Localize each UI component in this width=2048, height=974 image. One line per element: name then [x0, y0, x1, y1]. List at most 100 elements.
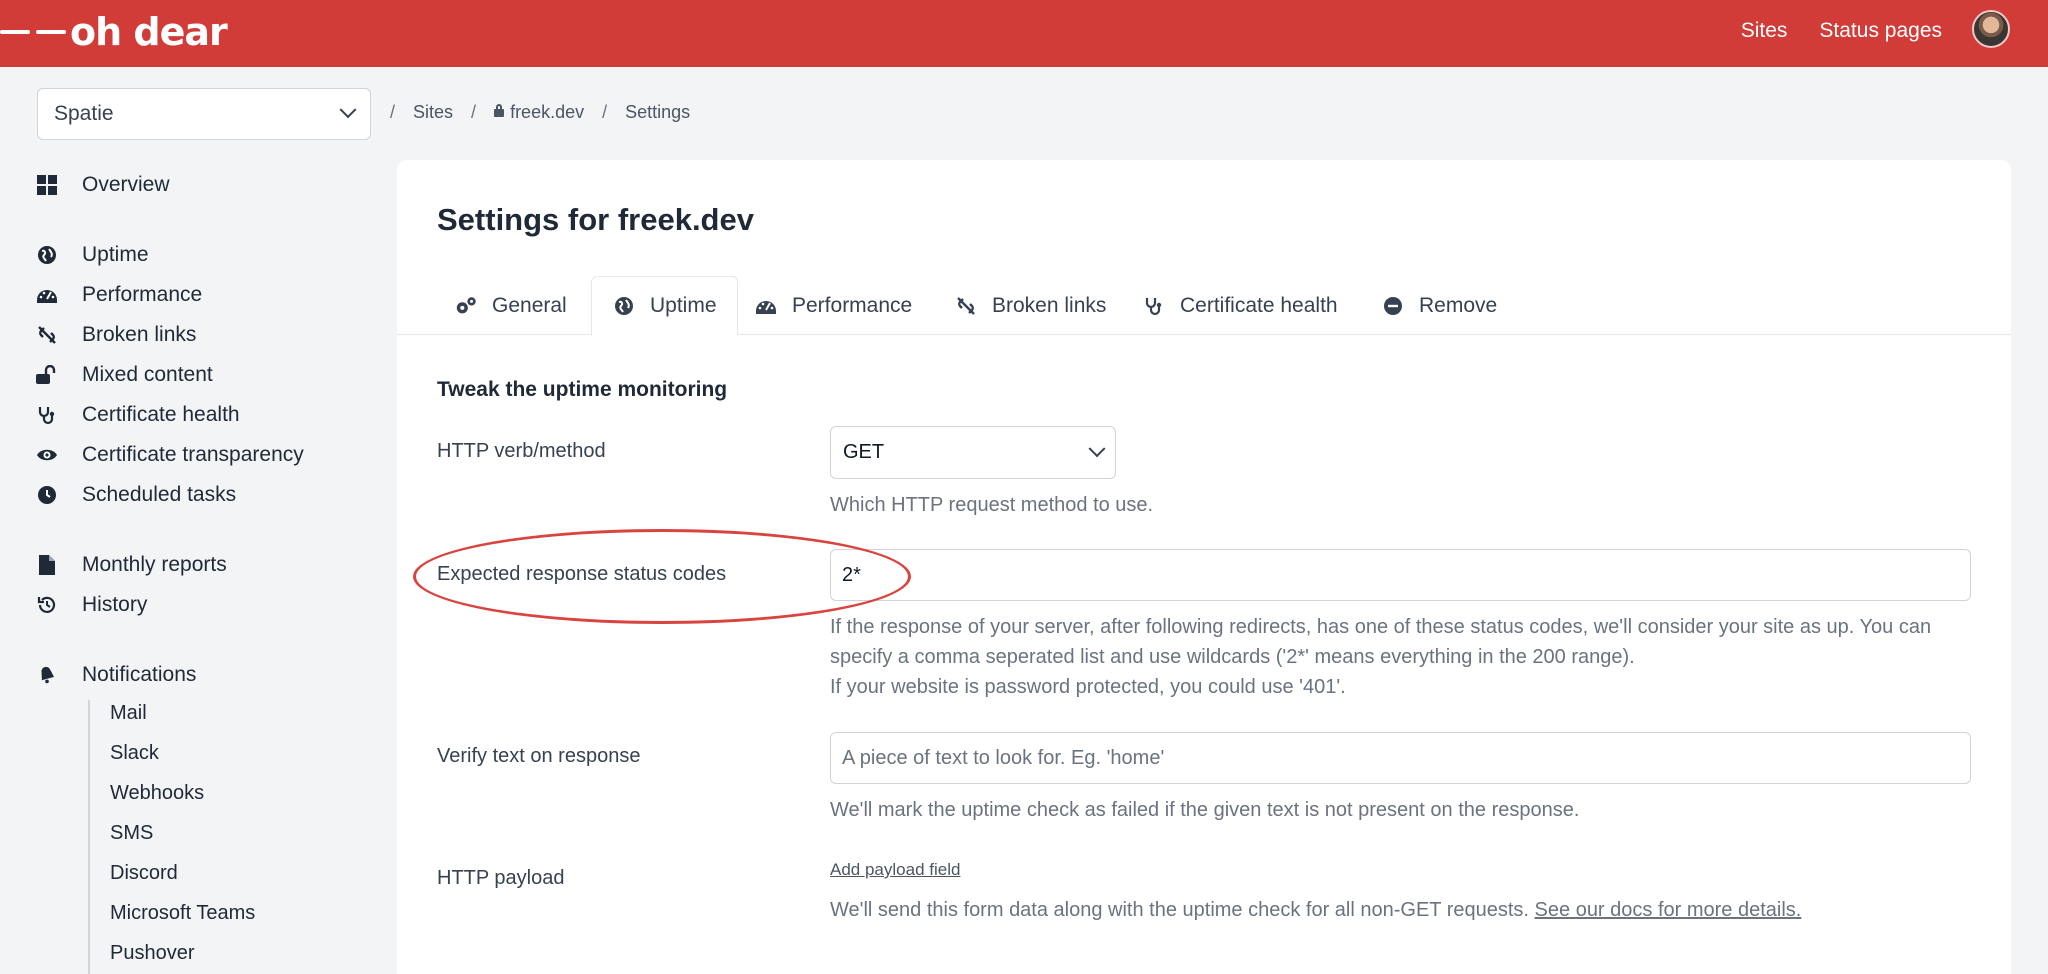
oh-dear-logo[interactable]: oh dear	[0, 10, 228, 54]
stethoscope-icon	[1142, 294, 1166, 318]
verify-text-placeholder: A piece of text to look for. Eg. 'home'	[842, 746, 1165, 769]
verify-text-help: We'll mark the uptime check as failed if…	[830, 799, 1580, 821]
lock-icon	[494, 104, 505, 117]
sidebar-item-mixed-content[interactable]: Mixed content	[36, 360, 213, 390]
sidebar-item-label: Certificate transparency	[82, 443, 304, 466]
tab-remove[interactable]: Remove	[1381, 276, 1497, 335]
nav-status-pages-link[interactable]: Status pages	[1819, 19, 1942, 43]
http-method-help: Which HTTP request method to use.	[830, 494, 1154, 516]
sidebar-item-history[interactable]: History	[36, 590, 147, 620]
unlink-icon	[954, 294, 978, 318]
clock-icon	[36, 484, 58, 506]
sidebar-item-certificate-health[interactable]: Certificate health	[36, 400, 240, 430]
file-icon	[36, 554, 58, 576]
history-icon	[36, 594, 58, 616]
tab-performance[interactable]: Performance	[754, 276, 912, 335]
sidebar-subitem-microsoft-teams[interactable]: Microsoft Teams	[110, 902, 255, 925]
breadcrumb: / Sites / freek.dev / Settings	[390, 102, 690, 123]
breadcrumb-site[interactable]: freek.dev	[494, 102, 584, 123]
eye-icon	[36, 444, 58, 466]
add-payload-field-link[interactable]: Add payload field	[830, 860, 960, 880]
breadcrumb-sites[interactable]: Sites	[413, 102, 453, 123]
tab-label: Remove	[1419, 293, 1498, 317]
http-method-label: HTTP verb/method	[437, 440, 606, 462]
top-bar: oh dear Sites Status pages	[0, 0, 2048, 67]
sidebar-item-label: History	[82, 593, 148, 616]
settings-card: Settings for freek.dev General Uptime Pe…	[397, 160, 2011, 974]
sidebar-subitem-mail[interactable]: Mail	[110, 702, 147, 725]
section-title: Tweak the uptime monitoring	[437, 378, 728, 401]
breadcrumb-site-label: freek.dev	[510, 102, 585, 122]
sidebar-item-monthly-reports[interactable]: Monthly reports	[36, 550, 227, 580]
sidebar-item-label: Monthly reports	[82, 553, 227, 576]
gauge-icon	[754, 294, 778, 318]
tab-general[interactable]: General	[454, 276, 567, 335]
status-codes-help-note: If your website is password protected, y…	[830, 676, 1346, 698]
sidebar-subitem-pushover[interactable]: Pushover	[110, 942, 195, 965]
sidebar-item-certificate-transparency[interactable]: Certificate transparency	[36, 440, 304, 470]
http-method-value: GET	[843, 441, 885, 463]
tab-label: Certificate health	[1180, 293, 1338, 317]
minus-circle-icon	[1381, 294, 1405, 318]
tab-uptime[interactable]: Uptime	[591, 276, 738, 336]
sidebar-item-overview[interactable]: Overview	[36, 170, 170, 200]
sidebar-subitem-discord[interactable]: Discord	[110, 862, 178, 885]
sidebar-item-label: Scheduled tasks	[82, 483, 237, 506]
http-method-select[interactable]: GET	[830, 426, 1116, 479]
sidebar-item-performance[interactable]: Performance	[36, 280, 202, 310]
team-select[interactable]: Spatie	[37, 88, 371, 140]
sidebar-item-label: Uptime	[82, 243, 149, 266]
tab-label: Uptime	[650, 294, 717, 317]
sidebar-subitem-webhooks[interactable]: Webhooks	[110, 782, 204, 805]
notifications-divider	[88, 700, 90, 974]
http-payload-help-text: We'll send this form data along with the…	[830, 899, 1529, 921]
gauge-icon	[36, 284, 58, 306]
gears-icon	[454, 294, 478, 318]
breadcrumb-separator: /	[471, 102, 477, 122]
sidebar-item-label: Certificate health	[82, 403, 240, 426]
sidebar-item-label: Overview	[82, 173, 170, 196]
sidebar-item-label: Notifications	[82, 663, 197, 686]
unlock-icon	[36, 364, 58, 386]
logo-dashes	[0, 30, 66, 34]
team-select-value: Spatie	[54, 102, 114, 125]
status-codes-input[interactable]: 2*	[830, 549, 1971, 601]
sidebar-subitem-sms[interactable]: SMS	[110, 822, 153, 845]
globe-icon	[612, 294, 636, 318]
nav-sites-link[interactable]: Sites	[1741, 19, 1788, 43]
verify-text-label: Verify text on response	[437, 745, 641, 767]
tab-label: Broken links	[992, 293, 1107, 317]
logo-text: oh dear	[70, 10, 228, 54]
tab-label: Performance	[792, 293, 913, 317]
sidebar-item-uptime[interactable]: Uptime	[36, 240, 149, 270]
verify-text-input[interactable]: A piece of text to look for. Eg. 'home'	[830, 732, 1971, 784]
sidebar-item-broken-links[interactable]: Broken links	[36, 320, 196, 350]
http-payload-help: We'll send this form data along with the…	[830, 895, 1970, 925]
sidebar-item-scheduled-tasks[interactable]: Scheduled tasks	[36, 480, 236, 510]
unlink-icon	[36, 324, 58, 346]
status-codes-label: Expected response status codes	[437, 563, 727, 585]
grid-icon	[36, 174, 58, 196]
status-codes-value: 2*	[842, 563, 861, 586]
breadcrumb-separator: /	[390, 102, 396, 122]
chevron-down-icon	[339, 101, 357, 119]
sidebar-subitem-slack[interactable]: Slack	[110, 742, 159, 765]
docs-link[interactable]: See our docs for more details.	[1535, 899, 1802, 921]
sidebar-item-notifications[interactable]: Notifications	[36, 660, 196, 690]
chevron-down-icon	[1088, 439, 1106, 457]
top-nav: Sites Status pages	[1741, 19, 1942, 43]
sidebar-item-label: Broken links	[82, 323, 197, 346]
stethoscope-icon	[36, 404, 58, 426]
status-codes-help-text: If the response of your server, after fo…	[830, 616, 1932, 668]
user-avatar[interactable]	[1972, 10, 2010, 48]
breadcrumb-separator: /	[602, 102, 608, 122]
bell-icon	[36, 664, 58, 686]
breadcrumb-settings: Settings	[625, 102, 691, 122]
status-codes-help: If the response of your server, after fo…	[830, 612, 1970, 702]
sidebar-item-label: Mixed content	[82, 363, 213, 386]
tab-broken-links[interactable]: Broken links	[954, 276, 1106, 335]
sidebar-item-label: Performance	[82, 283, 203, 306]
tab-label: General	[492, 293, 567, 317]
globe-icon	[36, 244, 58, 266]
tab-certificate-health[interactable]: Certificate health	[1142, 276, 1338, 335]
